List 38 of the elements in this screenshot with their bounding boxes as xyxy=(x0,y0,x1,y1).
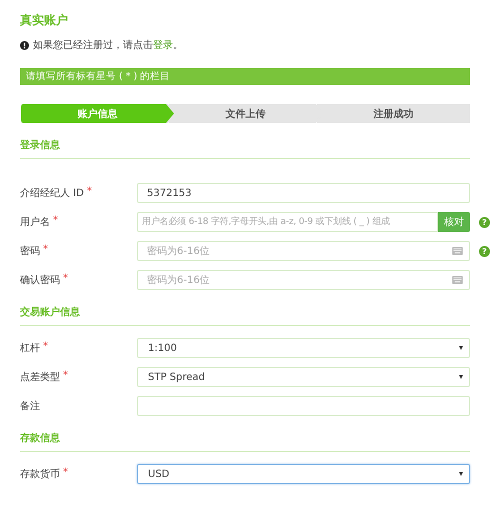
required-mark: * xyxy=(86,186,92,199)
field-label: 备注 xyxy=(20,400,40,413)
required-mark: * xyxy=(63,273,68,286)
section-heading: 存款信息 xyxy=(20,432,61,445)
required-banner: 请填写所有标有星号 ( * ) 的栏目 xyxy=(20,68,470,85)
required-mark: * xyxy=(43,341,48,354)
field-label: 存款货币 xyxy=(20,468,60,481)
keyboard-icon xyxy=(452,247,463,255)
required-mark: * xyxy=(43,244,48,257)
section-heading: 交易账户信息 xyxy=(20,305,81,319)
info-icon xyxy=(20,40,29,50)
input-field[interactable]: 5372153 xyxy=(137,183,470,203)
field-label: 点差类型 xyxy=(20,370,60,384)
select-field[interactable]: STP Spread xyxy=(137,367,470,387)
caret-icon xyxy=(459,472,463,476)
required-mark: * xyxy=(63,467,68,480)
caret-icon xyxy=(459,375,463,379)
step: 注册成功 xyxy=(316,104,470,123)
field-label: 确认密码 xyxy=(20,274,60,287)
page-title: 真实账户 xyxy=(20,12,69,28)
input-field[interactable] xyxy=(137,396,470,416)
field-label: 用户名 xyxy=(20,216,50,229)
select-field[interactable]: USD xyxy=(137,464,470,484)
field-label: 杠杆 xyxy=(20,342,40,355)
required-mark: * xyxy=(63,370,68,383)
notice-text: 如果您已经注册过，请点击登录。 xyxy=(33,38,183,52)
step: 账户信息 xyxy=(20,104,174,123)
field-label: 密码 xyxy=(20,244,40,258)
section-heading: 登录信息 xyxy=(20,138,61,152)
select-field[interactable]: 1:100 xyxy=(137,338,470,358)
field-label: 介绍经纪人 ID xyxy=(20,187,84,200)
login-link[interactable]: 登录 xyxy=(153,40,173,51)
caret-icon xyxy=(459,346,463,350)
input-field[interactable]: 用户名必须 6-18 字符,字母开头,由 a-z, 0-9 或下划线 ( _ ) 组成 xyxy=(137,212,438,232)
keyboard-icon xyxy=(452,276,463,284)
password-field[interactable]: 密码为6-16位 xyxy=(137,270,470,290)
required-mark: * xyxy=(53,215,58,228)
password-field[interactable]: 密码为6-16位 xyxy=(137,241,470,261)
